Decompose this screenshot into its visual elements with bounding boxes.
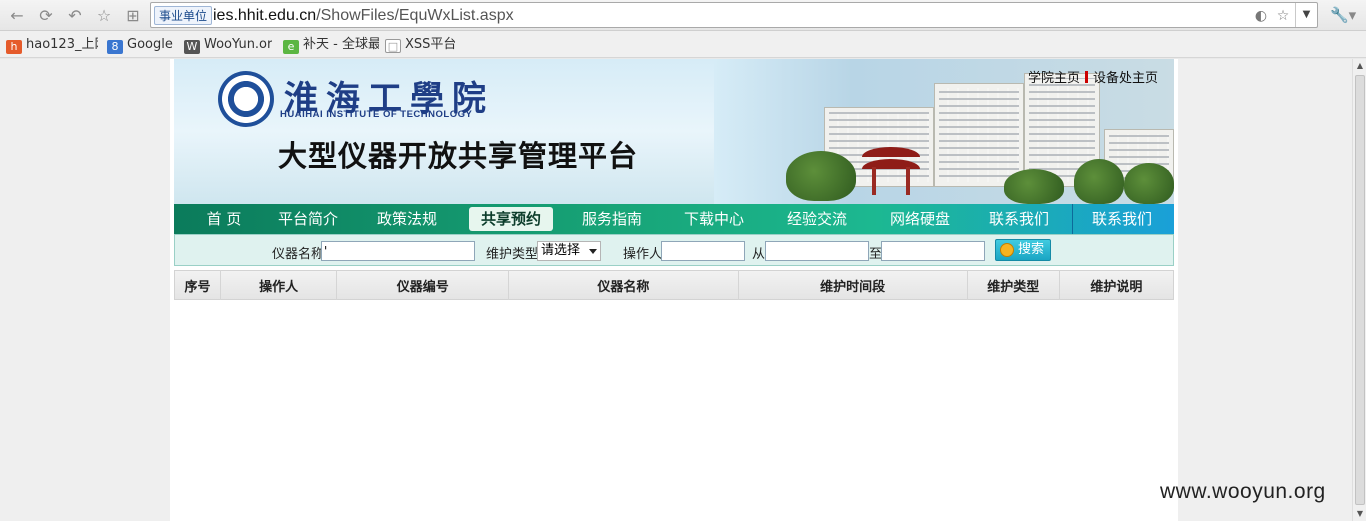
google-icon: 8 [107,40,123,54]
header-links: 学院主页 设备处主页 [1028,67,1158,86]
grid-icon[interactable]: ⊞ [122,5,144,27]
bookmark-label: Google [127,37,173,52]
nav-experience-exchange[interactable]: 经验交流 [779,204,855,234]
maintenance-type-selected: 请选择 [541,243,581,258]
platform-title: 大型仪器开放共享管理平台 [278,139,639,173]
from-label: 从 [752,247,766,262]
maintenance-type-label: 维护类型 [486,247,539,262]
search-icon [1000,243,1014,257]
hao123-icon: h [6,40,22,54]
col-instrument-name: 仪器名称 [508,270,739,300]
compat-mode-icon[interactable]: ◐ [1251,6,1271,26]
equipment-dept-home-link[interactable]: 设备处主页 [1093,71,1158,86]
bookmark-label: 补天 - 全球最 [303,37,379,52]
instrument-name-input[interactable]: ' [321,241,475,261]
bookmark-star-icon[interactable]: ☆ [1273,6,1293,26]
scroll-down-icon[interactable]: ▼ [1353,507,1366,521]
site-banner: 淮海工學院 HUAIHAI INSTITUTE OF TECHNOLOGY 大型… [174,59,1174,204]
wooyun-watermark: www.wooyun.org [1160,480,1326,503]
link-separator [1085,71,1089,83]
college-home-link[interactable]: 学院主页 [1028,71,1080,86]
main-nav: 首 页 平台简介 政策法规 共享预约 服务指南 下载中心 经验交流 网络硬盘 联… [174,204,1174,234]
bookmark-label: WooYun.org [204,37,272,52]
address-bar[interactable]: 事业单位 ies.hhit.edu.cn/ShowFiles/EquWxList… [150,2,1318,28]
scroll-up-icon[interactable]: ▲ [1353,59,1366,73]
col-maintenance-note: 维护说明 [1090,279,1143,295]
tree [1074,159,1124,204]
page-icon: □ [385,39,401,53]
col-maintenance-type: 维护类型 [967,270,1060,300]
bookmark-xss[interactable]: □ XSS平台 [385,35,455,55]
undo-icon[interactable]: ↶ [64,5,86,27]
operator-label: 操作人 [623,247,663,262]
browser-toolbar: ← ⟳ ↶ ☆ ⊞ 事业单位 ies.hhit.edu.cn/ShowFiles… [0,0,1366,31]
wooyun-icon: W [184,40,200,54]
tree [1124,163,1174,204]
table-header-row: 序号 操作人 仪器编号 仪器名称 维护时间段 维护类型 维护说明 [174,270,1174,300]
bookmark-wooyun[interactable]: W WooYun.org [184,35,272,55]
col-index: 序号 [174,270,222,300]
bookmark-label: hao123_上网 [26,37,98,52]
bookmark-label: XSS平台 [405,37,455,52]
vertical-scrollbar[interactable]: ▲ ▼ [1352,59,1366,521]
pagoda-post [906,167,910,195]
pagoda-roof [862,159,920,169]
nav-home[interactable]: 首 页 [186,204,262,234]
maintenance-table: 序号 操作人 仪器编号 仪器名称 维护时间段 维护类型 维护说明 [174,270,1174,300]
nav-platform-intro[interactable]: 平台简介 [270,204,346,234]
back-icon[interactable]: ← [6,5,28,27]
date-to-input[interactable] [881,241,985,261]
site-category-badge: 事业单位 [154,6,213,25]
tree [786,151,856,201]
operator-input[interactable] [661,241,745,261]
bookmarks-bar: h hao123_上网 8 Google W WooYun.org e 补天 - 全球最… [0,31,1366,58]
nav-service-guide[interactable]: 服务指南 [574,204,650,234]
refresh-icon[interactable]: ⟳ [35,5,57,27]
bookmark-butian[interactable]: e 补天 - 全球最 [283,35,379,55]
school-name-en: HUAIHAI INSTITUTE OF TECHNOLOGY [280,109,473,120]
url-path: /ShowFiles/EquWxList.aspx [316,7,514,24]
col-instrument-no: 仪器编号 [336,270,510,300]
date-from-input[interactable] [765,241,869,261]
page-viewport: 淮海工學院 HUAIHAI INSTITUTE OF TECHNOLOGY 大型… [0,59,1366,521]
nav-divider [1072,204,1073,234]
scroll-thumb[interactable] [1355,75,1365,505]
search-button[interactable]: 搜索 [995,239,1051,261]
nav-policies[interactable]: 政策法规 [369,204,445,234]
nav-download-center[interactable]: 下载中心 [676,204,752,234]
search-bar: 仪器名称 ' 维护类型 请选择 操作人 从 至 搜索 [174,234,1174,266]
campus-building [934,83,1024,187]
pagoda-roof [862,147,920,157]
pagoda-post [872,167,876,195]
nav-shared-booking[interactable]: 共享预约 [469,207,553,231]
url-text[interactable]: ies.hhit.edu.cn/ShowFiles/EquWxList.aspx [213,6,514,26]
page-content: 淮海工學院 HUAIHAI INSTITUTE OF TECHNOLOGY 大型… [170,59,1178,521]
maintenance-type-select[interactable]: 请选择 [537,241,601,261]
nav-network-disk[interactable]: 网络硬盘 [882,204,958,234]
instrument-name-label: 仪器名称 [272,247,325,262]
nav-contact-us[interactable]: 联系我们 [981,204,1057,234]
url-host: ies.hhit.edu.cn [213,7,317,24]
chevron-down-icon[interactable]: ▼ [1295,3,1317,27]
chevron-down-icon [589,249,597,254]
search-button-label: 搜索 [1018,242,1045,257]
butian-icon: e [283,40,299,54]
col-maintenance-period: 维护时间段 [738,270,968,300]
star-icon[interactable]: ☆ [93,5,115,27]
bookmark-hao123[interactable]: h hao123_上网 [6,35,98,55]
wrench-icon[interactable]: 🔧▾ [1330,4,1360,26]
tree [1004,169,1064,204]
bookmark-google[interactable]: 8 Google [107,35,177,55]
nav-contact-us-2[interactable]: 联系我们 [1084,204,1160,234]
col-operator: 操作人 [220,270,338,300]
school-emblem-logo [218,71,274,127]
pagoda [862,147,920,197]
